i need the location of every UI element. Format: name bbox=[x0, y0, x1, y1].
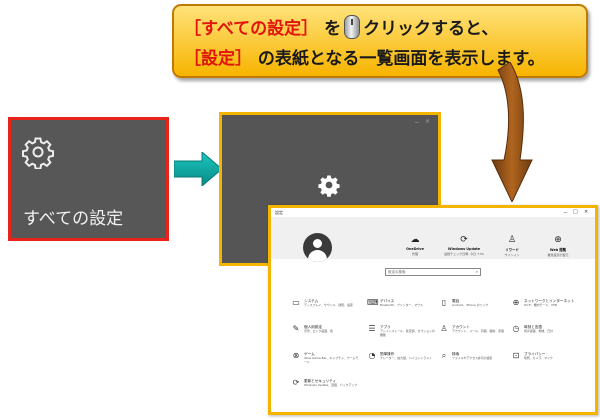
mouse-icon bbox=[344, 15, 361, 39]
person-icon: ♙ bbox=[440, 324, 448, 333]
callout-term-all-settings: ［すべての設定］ bbox=[184, 19, 319, 39]
xbox-icon: ⊗ bbox=[292, 351, 300, 360]
maximize-button[interactable]: □ bbox=[573, 209, 578, 215]
accessibility-icon: ◔ bbox=[368, 351, 376, 360]
globe-icon: ⊕ bbox=[554, 235, 562, 245]
globe-icon: ⊕ bbox=[512, 298, 520, 307]
update-icon: ⟳ bbox=[460, 235, 468, 245]
keyboard-icon: ⌨ bbox=[367, 298, 379, 307]
minimize-button[interactable]: － bbox=[563, 209, 568, 216]
minimize-control[interactable]: － bbox=[414, 118, 420, 127]
header-rewards[interactable]: ♙ リワード サインイン bbox=[491, 235, 533, 257]
clock-icon: ◷ bbox=[512, 324, 520, 333]
callout-term-settings: ［設定］ bbox=[184, 49, 252, 69]
category-update-security[interactable]: ⟳ 更新とセキュリティ Windows Update、回復、バックアップ bbox=[291, 378, 363, 400]
brush-icon: ✎ bbox=[292, 324, 300, 333]
search-placeholder: 設定の検索 bbox=[388, 270, 406, 274]
phone-icon: ▯ bbox=[441, 298, 447, 307]
display-icon: ▭ bbox=[292, 298, 300, 307]
callout-text: クリックすると、 bbox=[363, 19, 499, 39]
category-ease-of-access[interactable]: ◔ 簡単操作 ナレーター、拡大鏡、ハイコントラスト bbox=[367, 351, 439, 373]
category-devices[interactable]: ⌨ デバイス Bluetooth、プリンター、マウス bbox=[367, 298, 439, 320]
down-arrow-icon bbox=[491, 62, 533, 202]
avatar[interactable] bbox=[303, 233, 332, 262]
header-onedrive[interactable]: ☁ OneDrive 管理 bbox=[394, 235, 436, 256]
callout-line-1: ［すべての設定］ を クリックすると、 bbox=[184, 14, 498, 39]
update-icon: ⟳ bbox=[292, 378, 300, 387]
cloud-icon: ☁ bbox=[410, 235, 420, 245]
category-network[interactable]: ⊕ ネットワークとインターネット Wi-Fi、機内モード、VPN bbox=[511, 298, 583, 320]
settings-header: ☁ OneDrive 管理 ⟳ Windows Update 最終チェック日時:… bbox=[271, 217, 595, 262]
category-privacy[interactable]: ⊡ プライバシー 場所、カメラ、マイク bbox=[511, 351, 583, 373]
settings-search-input[interactable]: 設定の検索 ⌕ bbox=[385, 268, 481, 276]
category-search[interactable]: ⌕ 検索 ファイルやアクセス許可の検索 bbox=[439, 351, 511, 373]
category-personalization[interactable]: ✎ 個人用設定 背景、ロック画面、色 bbox=[291, 324, 363, 346]
lock-icon: ⊡ bbox=[512, 351, 520, 360]
rewards-icon: ♙ bbox=[507, 235, 517, 245]
search-icon: ⌕ bbox=[441, 351, 447, 360]
category-gaming[interactable]: ⊗ ゲーム Xbox Game Bar、キャプチャ、ゲームモード bbox=[291, 351, 363, 373]
apps-list-icon: ☰ bbox=[368, 324, 376, 333]
all-settings-label: すべての設定 bbox=[23, 209, 124, 229]
window-title: 設定 bbox=[275, 210, 283, 215]
category-phone[interactable]: ▯ 電話 Android、iPhone のリンク bbox=[439, 298, 511, 320]
right-arrow-icon bbox=[174, 152, 222, 186]
category-apps[interactable]: ☰ アプリ アンインストール、既定値、オプションの機能 bbox=[367, 324, 439, 346]
settings-window: 設定 － □ × ☁ OneDrive 管理 ⟳ Windows Update … bbox=[268, 205, 598, 415]
header-web-browsing[interactable]: ⊕ Web 閲覧 推奨設定の復元 bbox=[537, 235, 579, 257]
close-button[interactable]: × bbox=[584, 209, 588, 215]
close-control[interactable]: × bbox=[425, 118, 430, 125]
category-time-language[interactable]: ◷ 時刻と言語 音声認識、地域、日付 bbox=[511, 324, 583, 346]
callout-particle: を bbox=[324, 19, 342, 39]
category-accounts[interactable]: ♙ アカウント アカウント、メール、同期、職場、家族 bbox=[439, 324, 511, 346]
gear-icon bbox=[21, 137, 55, 169]
gear-icon bbox=[318, 175, 340, 197]
header-windows-update[interactable]: ⟳ Windows Update 最終チェック日時: 今日 7:55 bbox=[443, 235, 485, 256]
search-icon: ⌕ bbox=[475, 269, 478, 274]
category-system[interactable]: ▭ システム ディスプレイ、サウンド、通知、電源 bbox=[291, 298, 363, 320]
all-settings-tile[interactable]: すべての設定 bbox=[8, 117, 169, 241]
